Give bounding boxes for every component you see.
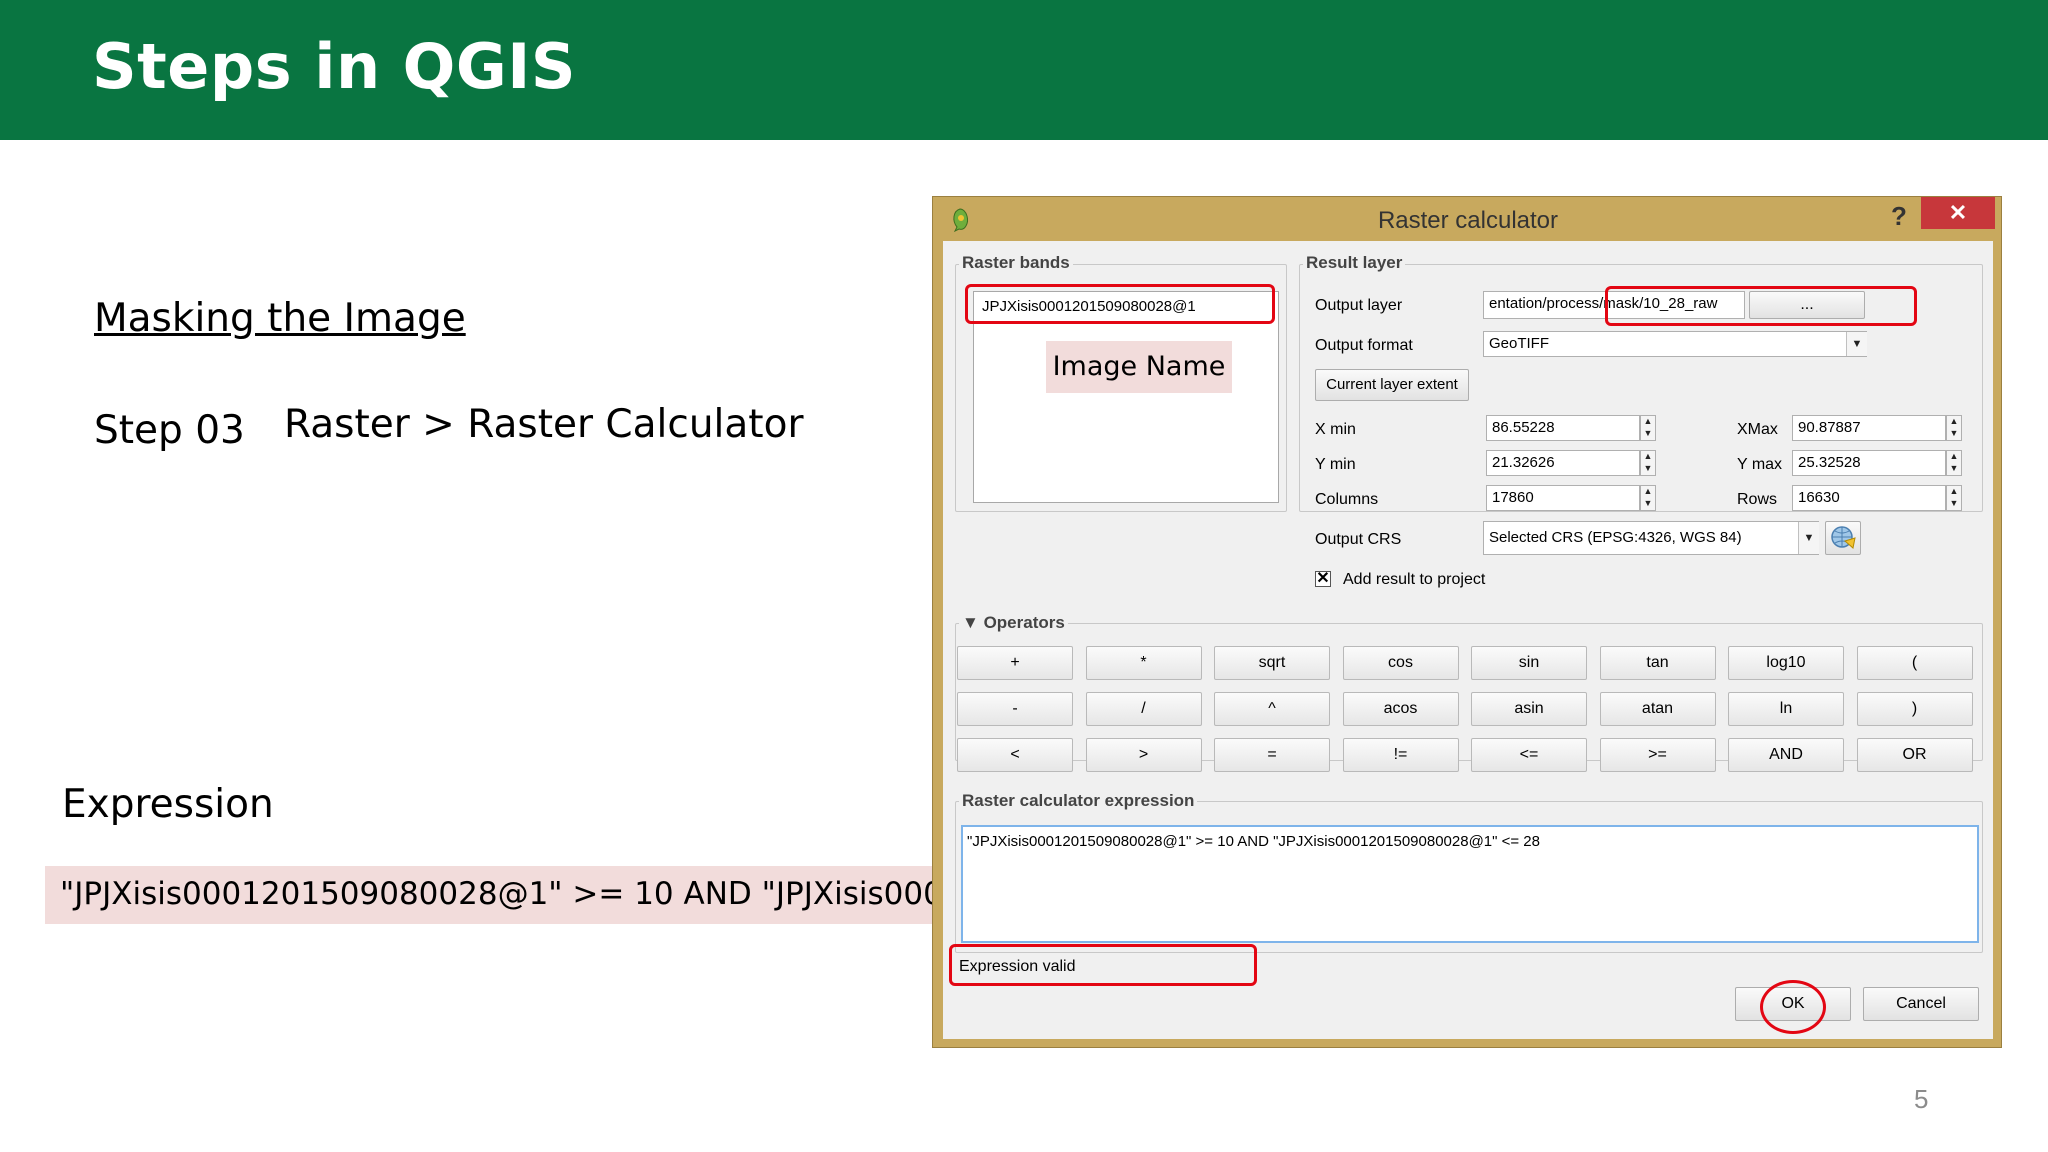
result-layer-title: Result layer bbox=[1303, 253, 1406, 273]
columns-label: Columns bbox=[1315, 491, 1379, 508]
operator-button[interactable]: * bbox=[1085, 646, 1202, 680]
operator-button[interactable]: ( bbox=[1856, 646, 1973, 680]
operator-button[interactable]: + bbox=[957, 646, 1073, 680]
crs-chevron-down-icon[interactable]: ▼ bbox=[1798, 522, 1819, 554]
operator-button[interactable]: sin bbox=[1471, 646, 1587, 680]
add-result-checkbox[interactable]: ✕ bbox=[1315, 571, 1331, 587]
slide-subtitle: Masking the Image bbox=[94, 296, 466, 341]
operator-button[interactable]: != bbox=[1342, 738, 1459, 772]
columns-spinner[interactable]: ▲ ▼ bbox=[1640, 485, 1656, 511]
image-name-annotation: Image Name bbox=[1046, 341, 1232, 393]
operator-button[interactable]: ) bbox=[1856, 692, 1973, 726]
xmax-field[interactable]: 90.87887 bbox=[1792, 415, 1946, 441]
operators-title: ▼ Operators bbox=[959, 613, 1068, 633]
ymin-spinner[interactable]: ▲ ▼ bbox=[1640, 450, 1656, 476]
ymin-field[interactable]: 21.32626 bbox=[1486, 450, 1640, 476]
operator-button[interactable]: ^ bbox=[1214, 692, 1330, 726]
operators-title-text: Operators bbox=[983, 613, 1065, 632]
raster-band-annotation bbox=[965, 284, 1275, 324]
cancel-button[interactable]: Cancel bbox=[1863, 987, 1979, 1021]
output-format-label: Output format bbox=[1315, 337, 1413, 354]
ymin-label: Y min bbox=[1315, 456, 1356, 473]
operator-button[interactable]: >= bbox=[1599, 738, 1716, 772]
dialog-body: Raster bands JPJXisis0001201509080028@1 … bbox=[943, 241, 1993, 1039]
expression-title: Raster calculator expression bbox=[959, 791, 1198, 811]
expression-textarea[interactable]: "JPJXisis0001201509080028@1" >= 10 AND "… bbox=[961, 825, 1979, 943]
step-description: Raster > Raster Calculator bbox=[284, 402, 804, 447]
page-number: 5 bbox=[1914, 1084, 1929, 1114]
chevron-down-icon[interactable]: ▼ bbox=[1846, 332, 1867, 356]
crs-select-button[interactable] bbox=[1825, 521, 1861, 555]
expression-heading: Expression bbox=[62, 782, 274, 827]
output-crs-select[interactable]: Selected CRS (EPSG:4326, WGS 84) bbox=[1483, 521, 1819, 555]
help-button[interactable]: ? bbox=[1891, 201, 1907, 232]
operator-button[interactable]: < bbox=[957, 738, 1073, 772]
slide-title: Steps in QGIS bbox=[92, 30, 577, 103]
ymax-label: Y max bbox=[1737, 456, 1783, 473]
add-result-label: Add result to project bbox=[1343, 571, 1486, 588]
xmax-label: XMax bbox=[1737, 421, 1778, 438]
operator-button[interactable]: acos bbox=[1342, 692, 1459, 726]
operator-button[interactable]: tan bbox=[1599, 646, 1716, 680]
output-layer-label: Output layer bbox=[1315, 297, 1403, 314]
operator-button[interactable]: / bbox=[1085, 692, 1202, 726]
operator-button[interactable]: asin bbox=[1471, 692, 1587, 726]
operator-button[interactable]: = bbox=[1214, 738, 1330, 772]
operator-button[interactable]: log10 bbox=[1728, 646, 1844, 680]
operator-button[interactable]: OR bbox=[1856, 738, 1973, 772]
operator-button[interactable]: AND bbox=[1728, 738, 1844, 772]
rows-spinner[interactable]: ▲ ▼ bbox=[1946, 485, 1962, 511]
output-format-select[interactable]: GeoTIFF bbox=[1483, 331, 1867, 357]
xmin-label: X min bbox=[1315, 421, 1356, 438]
output-layer-annotation bbox=[1605, 286, 1917, 326]
rows-label: Rows bbox=[1737, 491, 1778, 508]
close-button[interactable]: ✕ bbox=[1921, 197, 1995, 229]
ymax-spinner[interactable]: ▲ ▼ bbox=[1946, 450, 1962, 476]
columns-field[interactable]: 17860 bbox=[1486, 485, 1640, 511]
xmax-spinner[interactable]: ▲ ▼ bbox=[1946, 415, 1962, 441]
operator-button[interactable]: > bbox=[1085, 738, 1202, 772]
operator-button[interactable]: cos bbox=[1342, 646, 1459, 680]
operator-button[interactable]: ln bbox=[1728, 692, 1844, 726]
raster-bands-title: Raster bands bbox=[959, 253, 1073, 273]
globe-icon bbox=[1831, 526, 1856, 549]
operator-button[interactable]: <= bbox=[1471, 738, 1587, 772]
xmin-field[interactable]: 86.55228 bbox=[1486, 415, 1640, 441]
operator-button[interactable]: sqrt bbox=[1214, 646, 1330, 680]
step-label: Step 03 bbox=[94, 408, 245, 453]
output-crs-label: Output CRS bbox=[1315, 531, 1402, 548]
ymax-field[interactable]: 25.32528 bbox=[1792, 450, 1946, 476]
dialog-title: Raster calculator bbox=[1377, 207, 1559, 234]
expand-triangle-icon[interactable]: ▼ bbox=[962, 613, 979, 632]
operator-button[interactable]: atan bbox=[1599, 692, 1716, 726]
current-layer-extent-button[interactable]: Current layer extent bbox=[1315, 369, 1469, 401]
operator-button[interactable]: - bbox=[957, 692, 1073, 726]
xmin-spinner[interactable]: ▲ ▼ bbox=[1640, 415, 1656, 441]
ok-button-annotation bbox=[1760, 980, 1826, 1034]
rows-field[interactable]: 16630 bbox=[1792, 485, 1946, 511]
expression-valid-annotation bbox=[949, 944, 1257, 986]
